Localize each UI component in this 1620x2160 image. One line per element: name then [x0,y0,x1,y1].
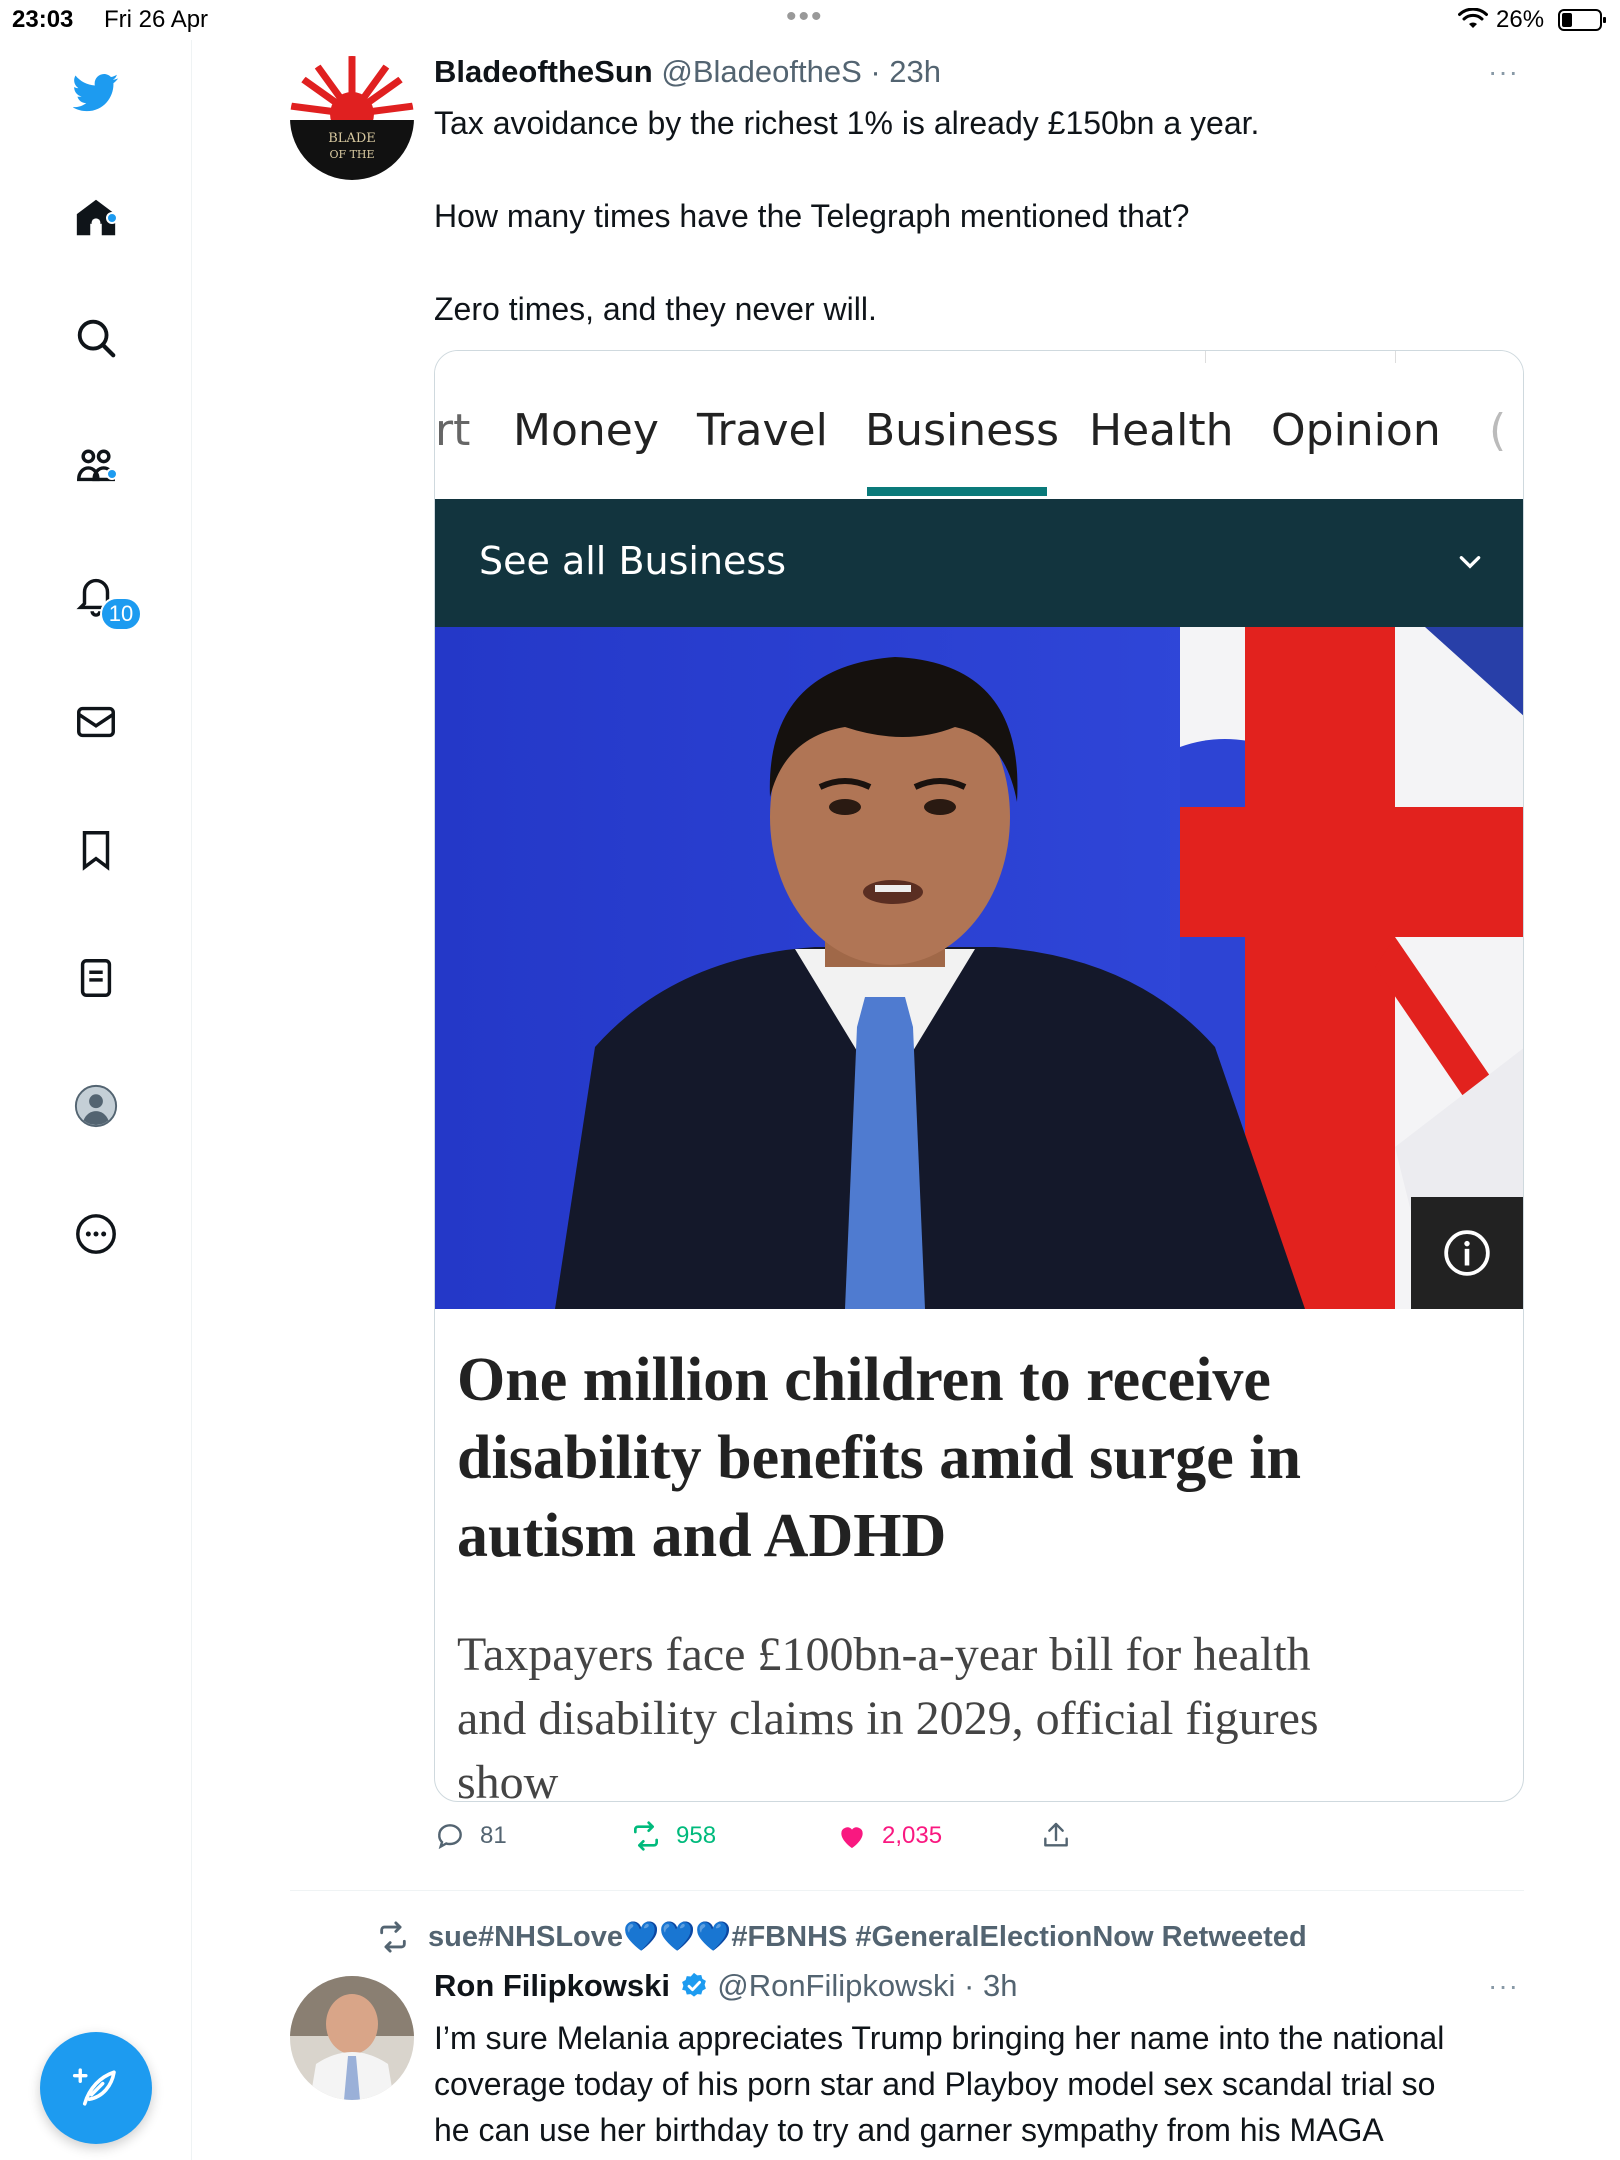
more-options-icon[interactable] [70,1208,122,1260]
tab-opinion: Opinion [1271,405,1441,456]
subheadline-line: Taxpayers face £100bn-a-year bill for he… [457,1628,1311,1681]
tweet-time[interactable]: · 23h [870,54,941,89]
reply-icon [438,1824,462,1850]
headline-line: disability benefits amid surge in [457,1424,1301,1492]
retweet-count: 958 [676,1822,717,1849]
avatar-logo-text-2: OF THE [329,148,374,161]
info-icon [1444,1230,1490,1276]
author-handle[interactable]: @BladeoftheS [661,54,861,89]
lists-icon[interactable] [70,952,122,1004]
compose-tweet-button[interactable] [40,2032,152,2144]
tweet2-time[interactable]: · 3h [964,1968,1017,2003]
active-tab-indicator [867,487,1047,496]
article-photo [435,627,1523,1309]
tweet2-text-line: coverage today of his porn star and Play… [434,2066,1436,2102]
sidebar-nav: 10 [0,40,192,2160]
messages-icon[interactable] [70,696,122,748]
avatar-logo-text-1: BLADE [328,131,376,146]
subheadline-line: and disability claims in 2029, official … [457,1692,1319,1745]
tweet2-author-name[interactable]: Ron Filipkowski [434,1968,670,2003]
profile-avatar-icon[interactable] [70,1080,122,1132]
tweet-divider [290,1890,1524,1891]
communities-unread-dot [106,468,118,480]
battery-icon [1558,9,1606,31]
multitask-dots[interactable]: ••• [786,0,824,34]
bookmarks-icon[interactable] [70,824,122,876]
article-section-tabs: rt Money Travel Business Health Opinion … [435,351,1523,499]
tab-money: Money [513,405,659,456]
retweet-indicator-icon [380,1921,406,1953]
twitter-logo-icon[interactable] [70,66,122,118]
tab-travel: Travel [697,405,828,456]
share-icon [1044,1822,1068,1847]
like-button[interactable]: 2,035 [836,1820,942,1852]
tab-sport-partial: rt [435,405,471,456]
section-band: See all Business [435,499,1523,627]
tweet2-author-handle[interactable]: @RonFilipkowski [717,1968,955,2003]
tweet-actions: 81 958 2,035 [434,1820,1134,1860]
verified-badge-icon [681,1972,706,1997]
share-button[interactable] [1040,1820,1072,1852]
home-unread-dot [106,212,118,224]
chevron-down-icon [1459,556,1481,569]
tweet-text-line: Tax avoidance by the richest 1% is alrea… [434,105,1260,141]
see-all-business-label: See all Business [479,539,787,583]
status-date: Fri 26 Apr [104,6,209,33]
tweet2-more-button[interactable]: ··· [1488,1970,1519,2002]
tweet2-header: Ron Filipkowski @RonFilipkowski · 3h [434,1968,1017,2004]
search-icon[interactable] [70,312,122,364]
tweet2-author-avatar[interactable] [290,1976,414,2100]
tweet-image-card[interactable]: rt Money Travel Business Health Opinion … [434,350,1524,1802]
notifications-count-badge: 10 [100,597,142,631]
article-headline: One million children to receive disabili… [457,1341,1497,1575]
status-time: 23:03 [12,6,74,33]
tab-more-partial: ( [1489,405,1507,456]
tab-separator [1205,351,1206,363]
retweeted-by-line[interactable]: sue#NHSLove💙💙💙#FBNHS #GeneralElectionNow… [376,1920,1307,1954]
headline-line: autism and ADHD [457,1502,947,1570]
image-info-button[interactable] [1411,1197,1523,1309]
tweet2-text-line: I’m sure Melania appreciates Trump bring… [434,2020,1445,2056]
tweet-more-button[interactable]: ··· [1488,56,1519,88]
tweet-header: BladeoftheSun @BladeoftheS · 23h [434,54,941,90]
tab-health: Health [1089,405,1234,456]
article-subheadline: Taxpayers face £100bn-a-year bill for he… [457,1623,1497,1802]
subheadline-line: show [457,1756,559,1802]
battery-percent: 26% [1496,6,1545,33]
tab-business: Business [865,405,1060,456]
retweet-icon [634,1821,658,1851]
compose-feather-icon [72,2068,116,2106]
retweet-button[interactable]: 958 [630,1820,716,1852]
tweet-text-line: Zero times, and they never will. [434,291,877,327]
tab-separator [1395,351,1396,363]
retweeted-by-text: sue#NHSLove💙💙💙#FBNHS #GeneralElectionNow… [428,1921,1307,1953]
heart-icon [841,1827,863,1848]
tweet-text-line: How many times have the Telegraph mentio… [434,198,1190,234]
headline-line: One million children to receive [457,1346,1271,1414]
communities-icon[interactable] [70,440,122,492]
author-name[interactable]: BladeoftheSun [434,54,653,89]
reply-count: 81 [480,1822,507,1849]
wifi-icon [1458,8,1488,28]
status-bar: 23:03 Fri 26 Apr ••• 26% [0,0,1620,40]
tweet2-text-line: he can use her birthday to try and garne… [434,2112,1384,2148]
reply-button[interactable]: 81 [434,1820,507,1852]
tweet-author-avatar[interactable]: BLADE OF THE [290,56,414,180]
like-count: 2,035 [882,1822,943,1849]
